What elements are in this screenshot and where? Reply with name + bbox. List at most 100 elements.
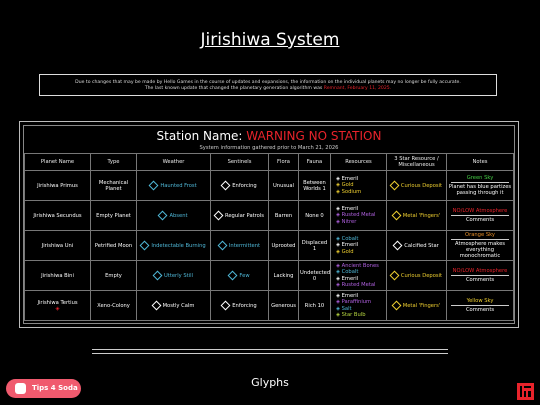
- misc-label: Metal 'Fingers': [402, 303, 441, 309]
- planet-name: Jirishiwa Bini: [24, 260, 91, 291]
- planet-type: Petrified Moon: [90, 230, 137, 261]
- notes-sky: Green Sky: [466, 175, 494, 181]
- resource-item: Rusted Metal: [336, 282, 385, 288]
- notes-sky: NO/LOW Atmosphere: [452, 268, 508, 274]
- sentinel-icon: [220, 300, 231, 311]
- notes-divider: [451, 275, 509, 276]
- resources-cell: Emeril Paraffinium Salt Star Bulb: [330, 290, 387, 321]
- station-warning: WARNING NO STATION: [246, 129, 382, 143]
- sentinels-cell: Intermittent: [210, 230, 269, 261]
- notes-cell: Yellow Sky Comments: [446, 290, 514, 321]
- notice-line-2: The last known update that changed the p…: [40, 86, 496, 92]
- table-row: Jirishiwa Bini Empty Utterly Still Few L…: [24, 260, 514, 291]
- fauna: Undetected 0: [298, 260, 331, 291]
- sentinels-cell: Enforcing: [210, 290, 269, 321]
- notice-prefix: The last known update that changed the p…: [144, 86, 324, 91]
- header-resources: Resources: [330, 153, 387, 171]
- notes-sky: Orange Sky: [465, 232, 495, 238]
- misc-cell: Metal 'Fingers': [386, 290, 447, 321]
- weather-cell: Haunted Frost: [136, 170, 211, 201]
- table-row: Jirishiwa Tertius ◈ Xeno-Colony Mostly Ca…: [24, 290, 514, 321]
- notes-sky: Yellow Sky: [466, 298, 494, 304]
- notes-cell: NO/LOW Atmosphere Comments: [446, 260, 514, 291]
- fauna: None 0: [298, 200, 331, 231]
- resource-item: Nitrer: [336, 219, 385, 225]
- table-row: Jirishiwa Secundus Empty Planet Absent R…: [24, 200, 514, 231]
- resources-cell: Cobalt Emeril Gold: [330, 230, 387, 261]
- weather-label: Absent: [169, 213, 188, 219]
- notes-text: Atmosphere makes everything monochromati…: [455, 241, 505, 259]
- weather-cell: Mostly Calm: [136, 290, 211, 321]
- header-sentinels: Sentinels: [210, 153, 269, 171]
- header-notes: Notes: [446, 153, 514, 171]
- update-link[interactable]: Remnant, February 11, 2025.: [324, 86, 391, 91]
- notes-divider: [451, 305, 509, 306]
- weather-icon: [158, 210, 168, 221]
- notes-sky: NO/LOW Atmosphere: [452, 208, 508, 214]
- station-heading: Station Name: WARNING NO STATION: [24, 126, 514, 145]
- sentinel-icon: [220, 180, 231, 191]
- misc-cell: Curious Deposit: [386, 260, 447, 291]
- notes-text: Planet has blue partizes passing through…: [448, 184, 512, 196]
- flora: Unusual: [268, 170, 299, 201]
- weather-cell: Indetectable Burning: [136, 230, 211, 261]
- planet-table: Planet Name Type Weather Sentinels Flora…: [24, 153, 514, 321]
- sentinels-label: Enforcing: [232, 303, 257, 309]
- misc-icon: [389, 270, 400, 281]
- header-flora: Flora: [268, 153, 299, 171]
- sentinels-cell: Regular Patrols: [210, 200, 269, 231]
- weather-label: Haunted Frost: [160, 183, 197, 189]
- resources-cell: Emeril Rusted Metal Nitrer: [330, 200, 387, 231]
- misc-cell: Metal 'Fingers': [386, 200, 447, 231]
- weather-cell: Utterly Still: [136, 260, 211, 291]
- weather-label: Indetectable Burning: [151, 243, 206, 249]
- notes-divider: [451, 215, 509, 216]
- tips-button[interactable]: Tips 4 Soda: [6, 379, 81, 398]
- update-notice: Due to changes that may be made by Hello…: [39, 74, 497, 96]
- misc-icon: [391, 300, 402, 311]
- weather-label: Utterly Still: [164, 273, 193, 279]
- table-row: Jirishiwa Uni Petrified Moon Indetectabl…: [24, 230, 514, 261]
- flora: Uprooted: [268, 230, 299, 261]
- fauna: Between Worlds 1: [298, 170, 331, 201]
- planet-type: Empty Planet: [90, 200, 137, 231]
- table-header-row: Planet Name Type Weather Sentinels Flora…: [24, 153, 514, 171]
- planet-name: Jirishiwa Primus: [24, 170, 91, 201]
- weather-label: Mostly Calm: [162, 303, 195, 309]
- planet-type: Empty: [90, 260, 137, 291]
- notes-divider: [451, 182, 509, 183]
- misc-cell: Calcified Star: [386, 230, 447, 261]
- system-table-inner: Station Name: WARNING NO STATION System …: [23, 125, 515, 324]
- resources-cell: Emeril Gold Sodium: [330, 170, 387, 201]
- flora: Barren: [268, 200, 299, 231]
- weather-icon: [139, 240, 150, 251]
- planet-type: Xeno-Colony: [90, 290, 137, 321]
- sentinels-cell: Enforcing: [210, 170, 269, 201]
- misc-label: Calcified Star: [404, 243, 439, 249]
- sentinel-icon: [227, 270, 238, 281]
- notes-text: Comments: [465, 277, 495, 283]
- misc-icon: [391, 210, 402, 221]
- sentinels-label: Enforcing: [232, 183, 257, 189]
- flora: Generous: [268, 290, 299, 321]
- misc-label: Metal 'Fingers': [402, 213, 441, 219]
- resources-cell: Ancient Bones Cobalt Emeril Rusted Metal: [330, 260, 387, 291]
- header-weather: Weather: [136, 153, 211, 171]
- system-table-box: Station Name: WARNING NO STATION System …: [19, 121, 519, 328]
- misc-cell: Curious Deposit: [386, 170, 447, 201]
- sentinels-cell: Few: [210, 260, 269, 291]
- table-row: Jirishiwa Primus Mechanical Planet Haunt…: [24, 170, 514, 201]
- tumblr-logo-icon[interactable]: [517, 383, 534, 400]
- planet-name: Jirishiwa Uni: [24, 230, 91, 261]
- sentinels-label: Regular Patrols: [225, 213, 264, 219]
- tips-label: Tips 4 Soda: [32, 384, 78, 392]
- fauna: Displaced 1: [298, 230, 331, 261]
- notes-cell: Green Sky Planet has blue partizes passin…: [446, 170, 514, 201]
- weather-icon: [151, 300, 162, 311]
- flora: Lacking: [268, 260, 299, 291]
- weather-cell: Absent: [136, 200, 211, 231]
- coffee-cup-icon: [15, 383, 26, 394]
- sentinel-icon: [217, 240, 228, 251]
- glyphs-heading: Glyphs: [251, 376, 289, 389]
- planet-type: Mechanical Planet: [90, 170, 137, 201]
